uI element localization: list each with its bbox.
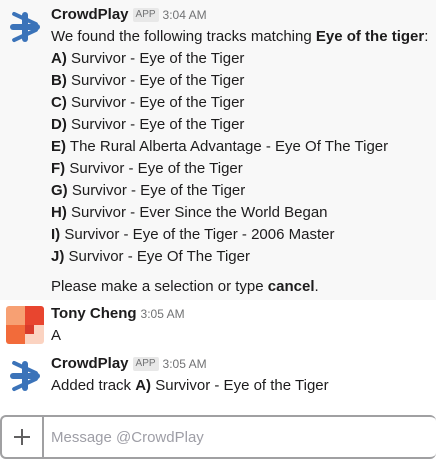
app-badge: APP: [132, 357, 159, 371]
track-key: B): [51, 72, 67, 89]
track-option: D) Survivor - Eye of the Tiger: [51, 114, 432, 136]
track-title: Survivor - Eye of the Tiger - 2006 Maste…: [64, 226, 335, 243]
sender-name[interactable]: CrowdPlay: [51, 355, 129, 372]
track-key: A): [135, 377, 152, 394]
track-title: Survivor - Eye of the Tiger: [71, 116, 245, 133]
track-key: E): [51, 138, 66, 155]
track-title: Survivor - Eye of the Tiger: [71, 94, 245, 111]
added-text: Added track: [51, 377, 136, 394]
message-composer: [0, 415, 436, 459]
track-list: A) Survivor - Eye of the Tiger B) Survivo…: [51, 48, 432, 268]
selection-prompt: Please make a selection or type cancel.: [51, 276, 432, 298]
intro-suffix: :: [424, 28, 429, 45]
message-input[interactable]: [51, 417, 430, 457]
track-title: Survivor - Eye of the Tiger: [155, 377, 329, 394]
search-query: Eye of the tiger: [315, 28, 425, 45]
crowdplay-logo-icon[interactable]: [6, 8, 44, 46]
message-crowdplay-results: CrowdPlay APP 3:04 AM We found the followi…: [0, 0, 436, 300]
track-key: J): [51, 248, 65, 265]
track-option: B) Survivor - Eye of the Tiger: [51, 70, 432, 92]
track-option: I) Survivor - Eye of the Tiger - 2006 Ma…: [51, 224, 432, 246]
crowdplay-logo-icon[interactable]: [6, 357, 44, 395]
prompt-suffix: .: [314, 278, 319, 295]
message-header: CrowdPlay APP 3:04 AM: [51, 4, 432, 26]
message-header: Tony Cheng 3:05 AM: [51, 303, 432, 325]
sender-name[interactable]: CrowdPlay: [51, 6, 129, 23]
message-crowdplay-confirmation: CrowdPlay APP 3:05 AM Added track A) Survi…: [0, 352, 436, 404]
plus-icon: [14, 429, 30, 445]
track-title: Survivor - Eye Of The Tiger: [68, 248, 250, 265]
app-badge: APP: [132, 8, 159, 22]
timestamp[interactable]: 3:05 AM: [141, 307, 185, 321]
track-title: Survivor - Eye of the Tiger: [71, 182, 246, 199]
track-option: J) Survivor - Eye Of The Tiger: [51, 246, 432, 268]
track-title: Survivor - Eye of the Tiger: [71, 72, 245, 89]
user-avatar[interactable]: [6, 306, 44, 344]
message-header: CrowdPlay APP 3:05 AM: [51, 353, 432, 375]
message-text: A: [51, 327, 62, 344]
track-option: F) Survivor - Eye of the Tiger: [51, 158, 432, 180]
track-title: The Rural Alberta Advantage - Eye Of The…: [69, 138, 389, 155]
track-option: E) The Rural Alberta Advantage - Eye Of …: [51, 136, 432, 158]
track-option: G) Survivor - Eye of the Tiger: [51, 180, 432, 202]
track-option: H) Survivor - Ever Since the World Began: [51, 202, 432, 224]
track-key: I): [51, 226, 61, 243]
track-key: A): [51, 50, 67, 67]
track-key: H): [51, 204, 67, 221]
cancel-command: cancel: [267, 278, 315, 295]
track-key: C): [51, 94, 67, 111]
timestamp[interactable]: 3:05 AM: [163, 357, 207, 371]
track-title: Survivor - Eye of the Tiger: [69, 160, 243, 177]
message-text: Added track A) Survivor - Eye of the Tig…: [51, 375, 432, 397]
track-key: G): [51, 182, 68, 199]
track-title: Survivor - Eye of the Tiger: [71, 50, 245, 67]
intro-text: We found the following tracks matching: [51, 28, 316, 45]
track-key: F): [51, 160, 66, 177]
sender-name[interactable]: Tony Cheng: [51, 305, 137, 322]
track-option: A) Survivor - Eye of the Tiger: [51, 48, 432, 70]
track-option: C) Survivor - Eye of the Tiger: [51, 92, 432, 114]
results-intro: We found the following tracks matching E…: [51, 26, 432, 48]
timestamp[interactable]: 3:04 AM: [163, 8, 207, 22]
track-title: Survivor - Ever Since the World Began: [71, 204, 328, 221]
prompt-text: Please make a selection or type: [51, 278, 268, 295]
message-user-reply: Tony Cheng 3:05 AM A: [0, 300, 436, 352]
attach-button[interactable]: [2, 417, 44, 457]
track-key: D): [51, 116, 67, 133]
